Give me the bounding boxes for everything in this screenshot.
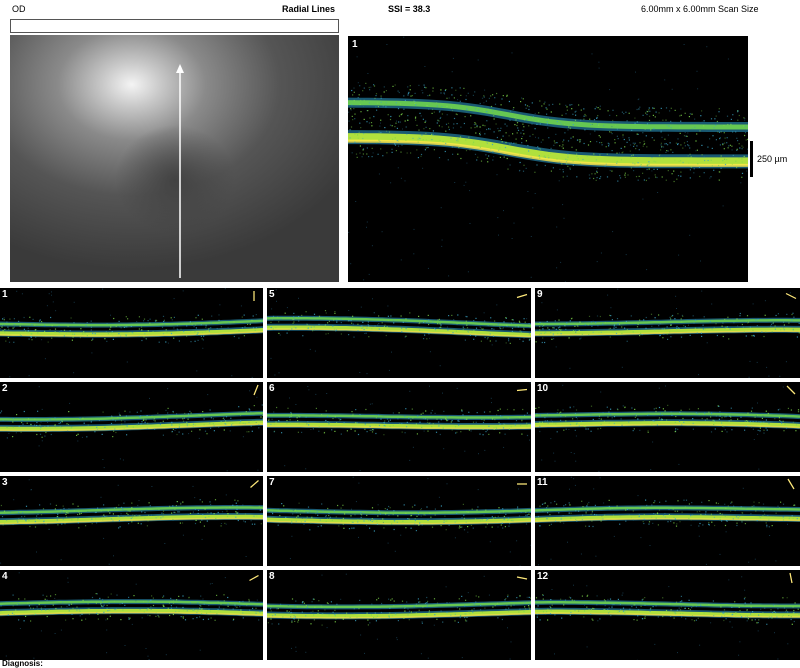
- scan-direction-icon: [516, 478, 528, 490]
- scan-number: 5: [269, 289, 275, 300]
- scan-number: 11: [537, 477, 548, 488]
- radial-scan-tile[interactable]: 9: [535, 288, 800, 378]
- scan-direction-icon: [785, 572, 797, 584]
- scan-direction-icon: [785, 290, 797, 302]
- scan-direction-icon: [248, 478, 260, 490]
- scan-number: 12: [537, 571, 548, 582]
- radial-scan-tile[interactable]: 7: [267, 476, 531, 566]
- oct-bscan: [267, 476, 531, 566]
- oct-bscan: [535, 288, 800, 378]
- scan-direction-icon: [516, 290, 528, 302]
- oct-bscan: [267, 382, 531, 472]
- oct-bscan: [0, 476, 263, 566]
- radial-scan-tile[interactable]: 1: [0, 288, 263, 378]
- scan-number: 2: [2, 383, 8, 394]
- scan-direction-icon: [785, 478, 797, 490]
- radial-scan-tile[interactable]: 5: [267, 288, 531, 378]
- radial-scan-grid: 123456789101112: [0, 288, 800, 660]
- scan-direction-icon: [516, 572, 528, 584]
- radial-scan-tile[interactable]: 6: [267, 382, 531, 472]
- radial-scan-tile[interactable]: 11: [535, 476, 800, 566]
- scan-direction-icon: [248, 384, 260, 396]
- scan-number: 7: [269, 477, 275, 488]
- main-scan-number: 1: [352, 39, 358, 50]
- scan-direction-icon: [248, 572, 260, 584]
- radial-scan-tile[interactable]: 2: [0, 382, 263, 472]
- oct-bscan: [0, 288, 263, 378]
- scan-number: 10: [537, 383, 548, 394]
- radial-scan-tile[interactable]: 10: [535, 382, 800, 472]
- scan-direction-icon: [248, 290, 260, 302]
- scan-pattern-title: Radial Lines: [282, 4, 335, 14]
- scan-size-label: 6.00mm x 6.00mm Scan Size: [641, 4, 759, 14]
- scan-number: 3: [2, 477, 8, 488]
- oct-bscan: [535, 476, 800, 566]
- scale-bar-label: 250 µm: [757, 154, 787, 164]
- scan-number: 9: [537, 289, 543, 300]
- scan-number: 6: [269, 383, 275, 394]
- scale-bar: [750, 141, 753, 177]
- ssi-value: SSI = 38.3: [388, 4, 430, 14]
- radial-scan-tile[interactable]: 4: [0, 570, 263, 660]
- scan-number: 1: [2, 289, 8, 300]
- oct-bscan: [0, 382, 263, 472]
- scan-direction-icon: [785, 384, 797, 396]
- oct-bscan: [535, 382, 800, 472]
- fundus-toolbar: [10, 19, 339, 33]
- fundus-image[interactable]: [10, 35, 339, 282]
- radial-scan-tile[interactable]: 3: [0, 476, 263, 566]
- radial-scan-tile[interactable]: 12: [535, 570, 800, 660]
- scan-direction-icon: [516, 384, 528, 396]
- scan-number: 8: [269, 571, 275, 582]
- radial-scan-tile[interactable]: 8: [267, 570, 531, 660]
- oct-bscan: [267, 288, 531, 378]
- oct-bscan: [0, 570, 263, 660]
- oct-bscan: [535, 570, 800, 660]
- oct-bscan: [267, 570, 531, 660]
- scan-number: 4: [2, 571, 8, 582]
- eye-label: OD: [12, 4, 26, 14]
- main-oct-scan[interactable]: 1: [348, 36, 748, 282]
